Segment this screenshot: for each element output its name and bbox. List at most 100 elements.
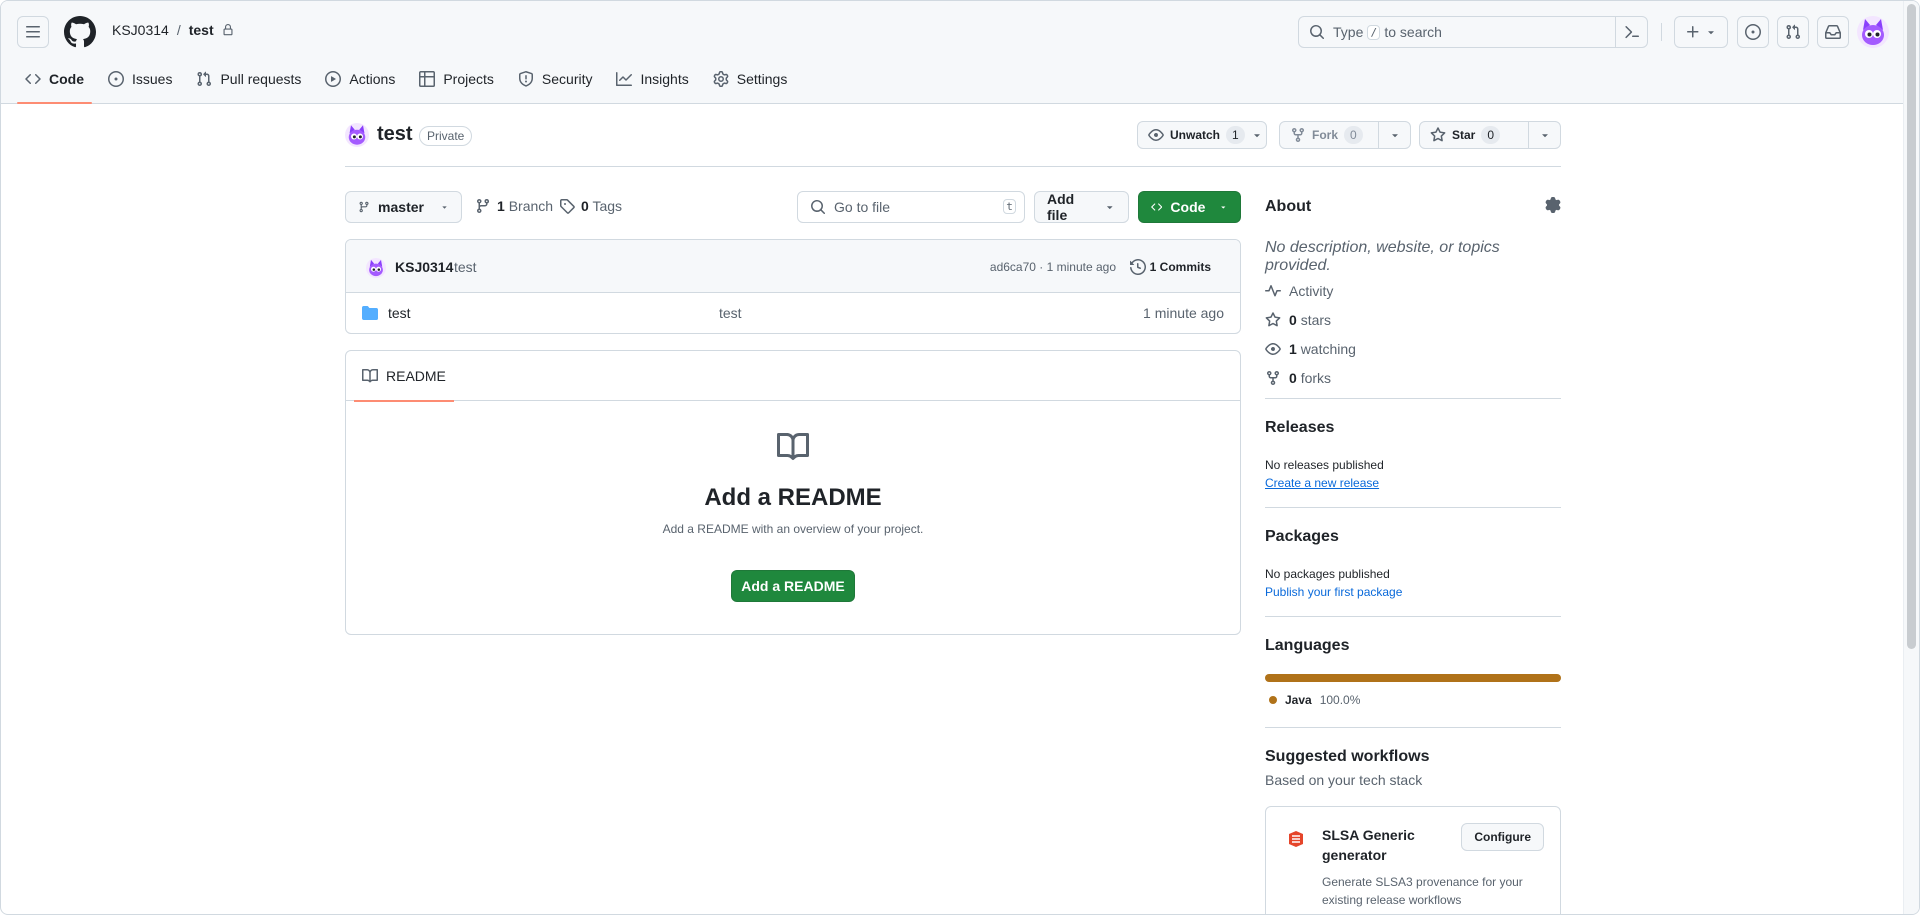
add-readme-button[interactable]: Add a README [731, 570, 855, 602]
page-scrollbar[interactable] [1903, 1, 1919, 914]
triangle-down-icon [1541, 134, 1548, 138]
tag-count: 0 [581, 198, 589, 214]
commit-message-link[interactable]: test [454, 259, 477, 275]
book-icon [362, 368, 378, 383]
fork-button[interactable]: Fork 0 [1280, 122, 1378, 148]
star-label: Star [1452, 128, 1476, 142]
go-to-file-shortcut: t [1003, 199, 1016, 214]
file-name-link[interactable]: test [388, 305, 411, 321]
branches-link[interactable]: 1 Branch [475, 198, 553, 214]
branch-name: master [378, 199, 424, 215]
file-commit-message[interactable]: test [719, 305, 742, 321]
issue-icon [108, 71, 124, 87]
issue-opened-icon [1745, 24, 1761, 40]
configure-button[interactable]: Configure [1461, 823, 1544, 851]
gear-icon[interactable] [1545, 197, 1561, 213]
language-bar [1265, 674, 1561, 682]
packages-heading[interactable]: Packages [1265, 528, 1339, 546]
tag-icon [560, 199, 575, 214]
stars-link[interactable]: 0 stars [1265, 305, 1356, 334]
add-file-button[interactable]: Add file [1034, 191, 1129, 223]
tab-projects[interactable]: Projects [411, 63, 502, 95]
repo-name-link[interactable]: test [377, 123, 413, 146]
code-label: Code [1170, 199, 1206, 215]
fork-options-button[interactable] [1378, 122, 1410, 148]
git-pull-request-icon [1786, 24, 1801, 40]
triangle-down-icon [1221, 206, 1226, 209]
tab-actions[interactable]: Actions [317, 63, 403, 95]
create-new-button[interactable] [1674, 16, 1728, 48]
tags-link[interactable]: 0 Tags [559, 198, 622, 214]
command-palette-button[interactable] [1615, 17, 1647, 47]
tab-code[interactable]: Code [17, 63, 92, 104]
header-divider [1661, 23, 1662, 41]
notifications-button[interactable] [1817, 16, 1849, 48]
star-button[interactable]: Star 0 [1420, 122, 1528, 148]
forks-count: 0 [1289, 369, 1297, 386]
history-icon [1129, 259, 1146, 275]
triangle-down-icon [442, 206, 447, 209]
star-icon [1430, 127, 1446, 142]
workflow-title: SLSA Generic generator [1322, 827, 1415, 863]
tab-insights-label: Insights [640, 71, 689, 87]
watch-counter: 1 [1226, 126, 1245, 144]
breadcrumb-owner-link[interactable]: KSJ0314 [112, 22, 169, 38]
commit-author-link[interactable]: KSJ0314 [395, 259, 453, 275]
breadcrumb-repo-link[interactable]: test [189, 22, 214, 38]
unwatch-label: Unwatch [1170, 128, 1221, 142]
visibility-badge: Private [419, 126, 473, 146]
workflow-description: Generate SLSA3 provenance for your exist… [1322, 875, 1523, 907]
search-shortcut-key: / [1367, 24, 1381, 40]
github-logo-icon[interactable] [64, 16, 96, 48]
tab-readme[interactable]: README [354, 351, 454, 402]
git-branch-icon [476, 199, 489, 214]
book-icon [777, 432, 809, 460]
search-icon [1310, 25, 1325, 40]
file-table: KSJ0314 test ad6ca70 · 1 minute ago 1 Co… [345, 239, 1241, 334]
readme-tab-label: README [386, 368, 446, 384]
forks-link[interactable]: 0 forks [1265, 363, 1356, 392]
tab-insights[interactable]: Insights [608, 63, 696, 95]
repo-navigation: Code Issues Pull requests Actions Projec… [17, 63, 803, 104]
commit-sha-time[interactable]: ad6ca70 · 1 minute ago [990, 260, 1116, 274]
unwatch-button[interactable]: Unwatch 1 [1138, 122, 1269, 148]
breadcrumb-separator: / [176, 22, 181, 38]
commits-history-link[interactable]: 1 Commits [1129, 259, 1211, 275]
publish-package-link[interactable]: Publish your first package [1265, 585, 1402, 599]
languages-heading: Languages [1265, 637, 1350, 654]
menu-button[interactable] [17, 16, 49, 48]
readme-empty-subtitle: Add a README with an overview of your pr… [662, 522, 924, 536]
tab-code-label: Code [49, 71, 84, 87]
tab-settings[interactable]: Settings [705, 63, 796, 95]
readme-empty-title: Add a README [704, 484, 882, 511]
sidebar-divider [1265, 507, 1561, 508]
repo-owner-avatar [345, 123, 369, 147]
slsa-logo-icon [1289, 831, 1303, 847]
create-release-link[interactable]: Create a new release [1265, 476, 1379, 490]
code-dropdown-button[interactable]: Code [1138, 191, 1241, 223]
language-name: Java [1285, 693, 1312, 707]
star-lists-button[interactable] [1528, 122, 1560, 148]
search-input[interactable]: Type / to search [1298, 16, 1648, 48]
commit-author-avatar[interactable] [366, 258, 386, 278]
hamburger-icon [26, 26, 40, 38]
your-pull-requests-button[interactable] [1777, 16, 1809, 48]
tab-issues[interactable]: Issues [100, 63, 180, 95]
watchers-link[interactable]: 1 watching [1265, 334, 1356, 363]
activity-link[interactable]: Activity [1265, 276, 1356, 305]
scrollbar-thumb[interactable] [1907, 4, 1916, 649]
user-avatar[interactable] [1857, 16, 1889, 48]
your-issues-button[interactable] [1737, 16, 1769, 48]
tab-pull-requests[interactable]: Pull requests [188, 63, 309, 95]
releases-heading[interactable]: Releases [1265, 419, 1334, 437]
terminal-icon [1624, 25, 1639, 39]
table-row[interactable]: test test 1 minute ago [346, 293, 1240, 333]
branch-selector-button[interactable]: master [345, 191, 462, 223]
go-to-file-input[interactable]: Go to file t [797, 191, 1025, 223]
readme-panel: README Add a README Add a README with an… [345, 350, 1241, 635]
fork-button-group: Fork 0 [1279, 121, 1411, 149]
shield-icon [518, 71, 533, 87]
inbox-icon [1825, 25, 1841, 39]
tab-security[interactable]: Security [510, 63, 601, 95]
language-item-java[interactable]: Java 100.0% [1269, 693, 1360, 707]
